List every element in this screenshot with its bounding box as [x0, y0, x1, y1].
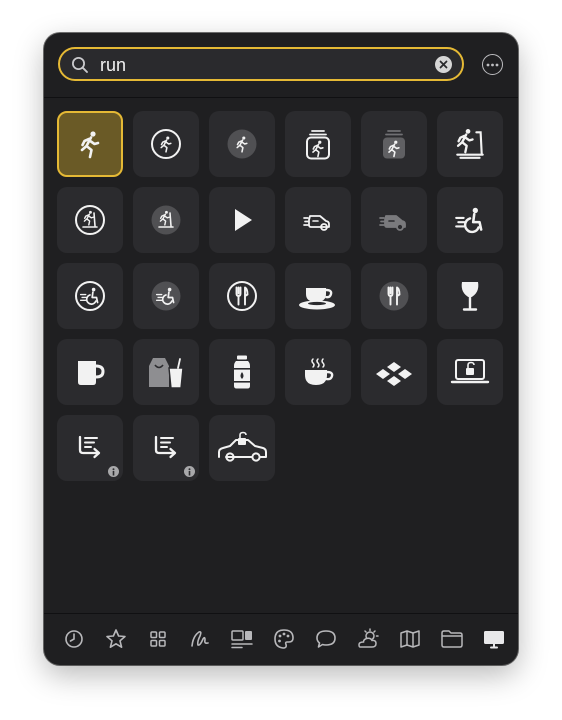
arrow-turn-down-right-list-alt-icon: [150, 432, 182, 464]
arrow-turn-down-right-list-icon: [74, 432, 106, 464]
figure-run-circle-fill-icon: [226, 128, 258, 160]
symbol-cell-square-stack-diamonds[interactable]: [361, 339, 427, 405]
mug-fill-icon: [73, 355, 107, 389]
speech-bubble-icon: [315, 628, 337, 650]
tab-folder[interactable]: [438, 625, 466, 653]
figure-run-square-stack-icon: [302, 128, 334, 160]
symbol-cell-fork-knife-circle-fill[interactable]: [361, 263, 427, 329]
tab-sun-cloud[interactable]: [354, 625, 382, 653]
figure-run-treadmill-circle-fill-icon: [150, 204, 182, 236]
symbol-cell-takeoutbag-and-cup-fill[interactable]: [133, 339, 199, 405]
waterbottle-fill-icon: [231, 354, 253, 390]
takeoutbag-and-cup-fill-icon: [145, 354, 187, 390]
symbol-cell-figure-roll-runningpace-circle-fill[interactable]: [133, 263, 199, 329]
search-icon: [72, 57, 88, 73]
category-tab-bar: [44, 617, 518, 661]
symbol-cell-figure-roll-runningpace-circle[interactable]: [57, 263, 123, 329]
symbol-cell-figure-roll-runningpace[interactable]: [437, 187, 503, 253]
xmark-icon: [439, 60, 448, 69]
search-input[interactable]: run: [100, 55, 126, 75]
figure-roll-runningpace-circle-fill-icon: [150, 280, 182, 312]
scribble-icon: [189, 628, 211, 650]
paintpalette-icon: [273, 628, 295, 650]
search-field[interactable]: run: [58, 47, 464, 81]
symbol-cell-laptop-lock-open[interactable]: [437, 339, 503, 405]
symbol-cell-waterbottle-fill[interactable]: [209, 339, 275, 405]
more-options-button[interactable]: [482, 54, 503, 75]
car-rear-waves-fill-icon: [378, 204, 410, 236]
symbol-cell-wineglass-fill[interactable]: [437, 263, 503, 329]
tab-map[interactable]: [396, 625, 424, 653]
map-icon: [399, 628, 421, 650]
symbol-cell-figure-run-treadmill-circle[interactable]: [57, 187, 123, 253]
figure-roll-runningpace-circle-icon: [74, 280, 106, 312]
symbol-cell-cup-and-heat-waves-fill[interactable]: [285, 339, 351, 405]
symbol-results-grid: [57, 111, 507, 491]
symbols-panel: run: [44, 33, 518, 665]
clear-search-button[interactable]: [435, 56, 452, 73]
symbol-cell-figure-run-circle-fill[interactable]: [209, 111, 275, 177]
figure-run-treadmill-icon: [453, 127, 487, 161]
symbol-cell-figure-run-treadmill[interactable]: [437, 111, 503, 177]
tab-star[interactable]: [102, 625, 130, 653]
figure-run-treadmill-circle-icon: [74, 204, 106, 236]
symbol-cell-figure-run-treadmill-circle-fill[interactable]: [133, 187, 199, 253]
symbol-cell-car-rear-waves-fill[interactable]: [361, 187, 427, 253]
tab-grid[interactable]: [144, 625, 172, 653]
symbol-cell-arrow-turn-down-right-list-alt[interactable]: [133, 415, 199, 481]
play-fill-icon: [228, 206, 256, 234]
symbol-cell-car-side-lock-open[interactable]: [209, 415, 275, 481]
figure-run-square-stack-fill-icon: [378, 128, 410, 160]
symbol-cell-figure-run-square-stack[interactable]: [285, 111, 351, 177]
folder-icon: [440, 628, 464, 650]
cup-and-heat-waves-fill-icon: [301, 355, 335, 389]
symbol-cell-fork-knife-circle[interactable]: [209, 263, 275, 329]
symbol-cell-arrow-turn-down-right-list[interactable]: [57, 415, 123, 481]
fork-knife-circle-icon: [226, 280, 258, 312]
car-side-lock-open-icon: [215, 431, 269, 465]
symbol-cell-mug-fill[interactable]: [57, 339, 123, 405]
tab-speech-bubble[interactable]: [312, 625, 340, 653]
square-stack-diamonds-icon: [372, 357, 416, 387]
tab-scribble[interactable]: [186, 625, 214, 653]
tab-paintpalette[interactable]: [270, 625, 298, 653]
clock-icon: [64, 629, 84, 649]
symbol-cell-figure-run-square-stack-fill[interactable]: [361, 111, 427, 177]
ellipsis-icon: [486, 63, 499, 66]
divider: [44, 97, 518, 98]
laptop-lock-open-icon: [450, 357, 490, 387]
symbol-cell-play-fill[interactable]: [209, 187, 275, 253]
tab-desktop-computer[interactable]: [480, 625, 508, 653]
fork-knife-circle-fill-icon: [378, 280, 410, 312]
symbol-cell-cup-and-saucer-fill[interactable]: [285, 263, 351, 329]
divider: [44, 613, 518, 614]
info-badge-icon: [184, 466, 195, 477]
figure-roll-runningpace-icon: [453, 203, 487, 237]
symbol-cell-figure-run[interactable]: [57, 111, 123, 177]
star-icon: [105, 628, 127, 650]
rectangle-on-rectangle-icon: [230, 628, 254, 650]
sun-cloud-icon: [355, 628, 381, 650]
symbol-cell-car-rear-waves[interactable]: [285, 187, 351, 253]
car-rear-waves-icon: [302, 204, 334, 236]
info-badge-icon: [108, 466, 119, 477]
figure-run-circle-icon: [150, 128, 182, 160]
desktop-computer-icon: [482, 628, 506, 650]
wineglass-fill-icon: [454, 279, 486, 313]
grid-icon: [148, 629, 168, 649]
figure-run-icon: [74, 128, 106, 160]
tab-rectangle-on-rectangle[interactable]: [228, 625, 256, 653]
tab-clock[interactable]: [60, 625, 88, 653]
cup-and-saucer-fill-icon: [298, 280, 338, 312]
symbol-cell-figure-run-circle[interactable]: [133, 111, 199, 177]
